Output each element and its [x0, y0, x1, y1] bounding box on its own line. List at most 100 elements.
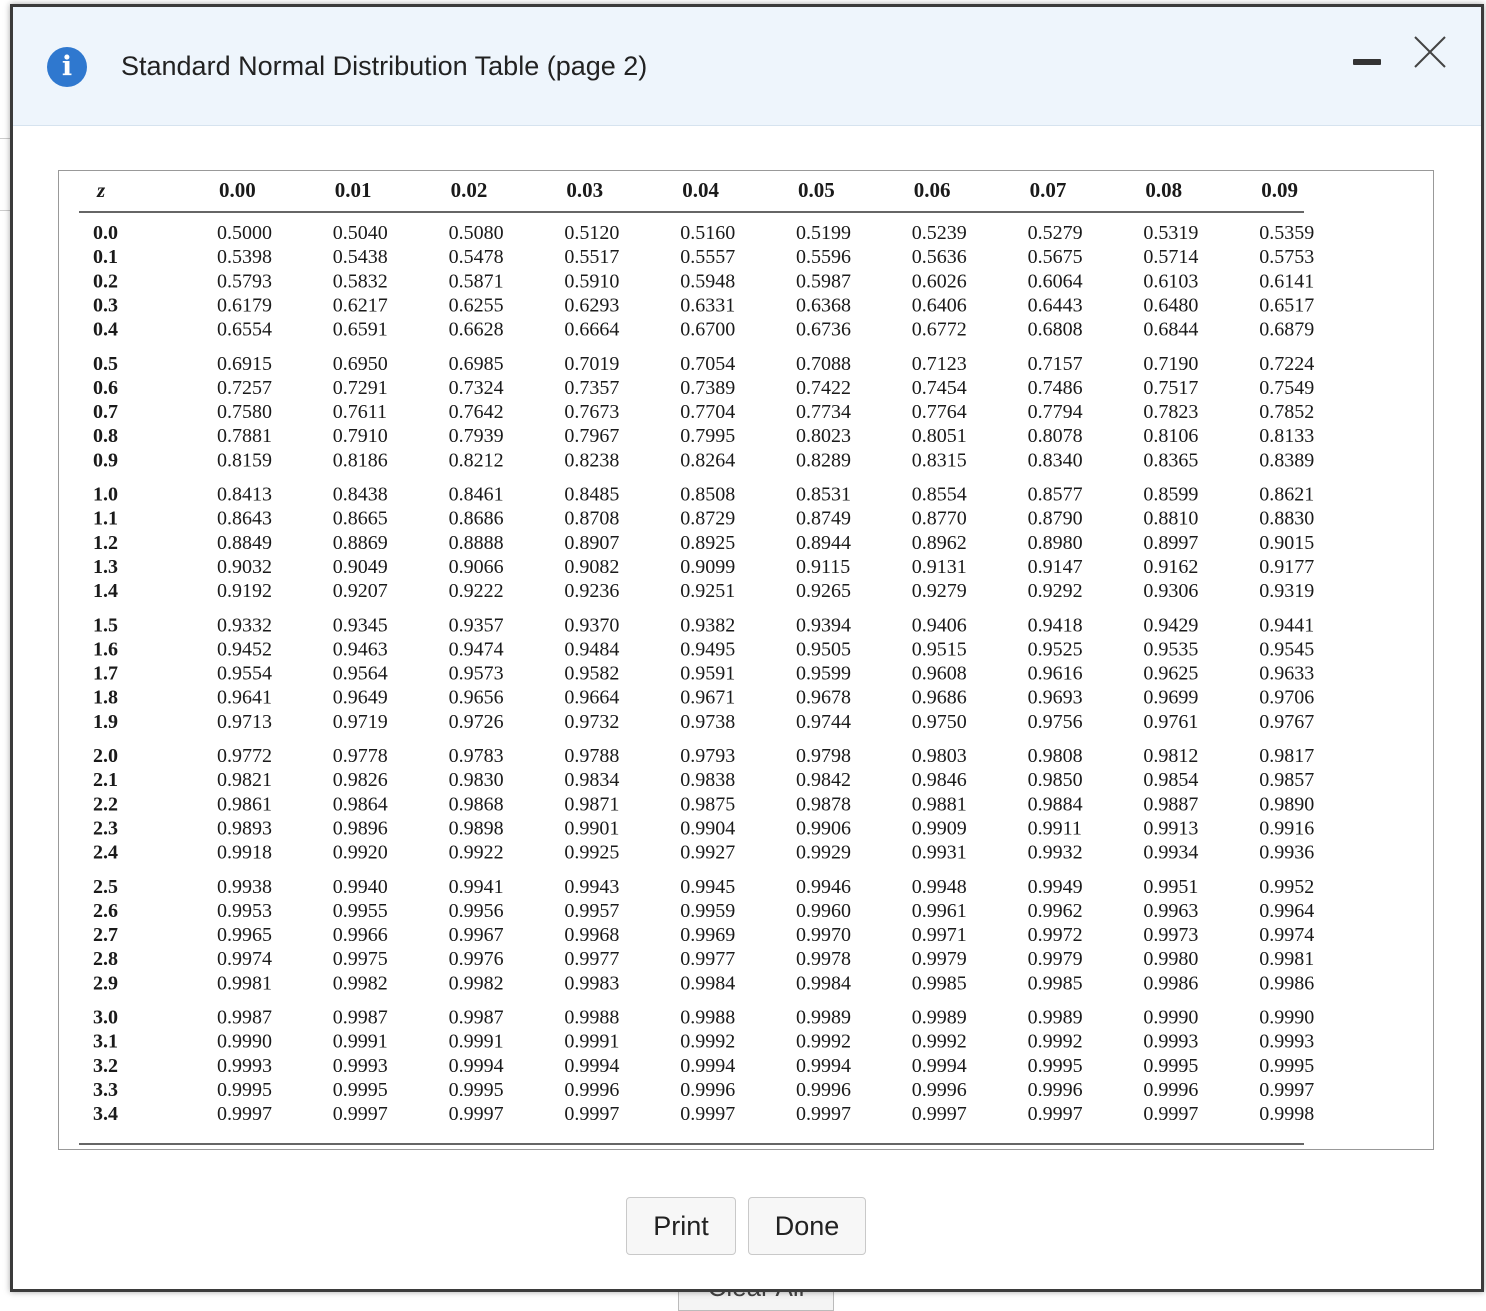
- probability-cell: 0.9978: [796, 948, 851, 970]
- probability-cell: 0.5359: [1259, 222, 1314, 244]
- probability-cell: 0.9049: [333, 556, 388, 578]
- probability-cell: 0.9893: [217, 817, 272, 839]
- probability-cell: 0.9977: [680, 948, 735, 970]
- probability-cell: 0.9934: [1143, 842, 1198, 864]
- column-header: 0.05: [798, 178, 835, 202]
- probability-cell: 0.9726: [449, 711, 504, 733]
- probability-cell: 0.9994: [564, 1055, 619, 1077]
- probability-cell: 0.7454: [912, 377, 967, 399]
- z-value: 0.4: [93, 319, 118, 341]
- probability-cell: 0.6879: [1259, 319, 1314, 341]
- probability-cell: 0.8729: [680, 508, 735, 530]
- probability-cell: 0.9834: [564, 769, 619, 791]
- probability-cell: 0.7157: [1028, 353, 1083, 375]
- probability-cell: 0.9830: [449, 769, 504, 791]
- probability-cell: 0.8665: [333, 508, 388, 530]
- probability-cell: 0.9582: [564, 663, 619, 685]
- probability-cell: 0.8461: [449, 484, 504, 506]
- probability-cell: 0.9995: [1028, 1055, 1083, 1077]
- done-button[interactable]: Done: [748, 1197, 866, 1255]
- z-value: 2.7: [93, 924, 118, 946]
- probability-cell: 0.9898: [449, 817, 504, 839]
- probability-cell: 0.9995: [217, 1079, 272, 1101]
- probability-cell: 0.9713: [217, 711, 272, 733]
- probability-cell: 0.9864: [333, 793, 388, 815]
- probability-cell: 0.9505: [796, 638, 851, 660]
- probability-cell: 0.7852: [1259, 401, 1314, 423]
- probability-cell: 0.9896: [333, 817, 388, 839]
- probability-cell: 0.9996: [564, 1079, 619, 1101]
- probability-cell: 0.9936: [1259, 842, 1314, 864]
- probability-cell: 0.9922: [449, 842, 504, 864]
- minimize-icon[interactable]: [1353, 59, 1381, 65]
- column-header: 0.04: [682, 178, 719, 202]
- probability-cell: 0.9890: [1259, 793, 1314, 815]
- probability-cell: 0.8051: [912, 425, 967, 447]
- probability-cell: 0.6293: [564, 294, 619, 316]
- z-value: 1.2: [93, 532, 118, 554]
- probability-cell: 0.9994: [680, 1055, 735, 1077]
- probability-cell: 0.6772: [912, 319, 967, 341]
- probability-cell: 0.9948: [912, 876, 967, 898]
- probability-cell: 0.9984: [796, 972, 851, 994]
- probability-cell: 0.9982: [333, 972, 388, 994]
- probability-cell: 0.9878: [796, 793, 851, 815]
- probability-cell: 0.7910: [333, 425, 388, 447]
- probability-cell: 0.9625: [1143, 663, 1198, 685]
- z-value: 0.1: [93, 246, 118, 268]
- probability-cell: 0.8508: [680, 484, 735, 506]
- z-value: 3.4: [93, 1103, 118, 1125]
- probability-cell: 0.9961: [912, 900, 967, 922]
- z-table: z 0.00 0.01 0.02 0.03 0.04 0.05 0.06 0.07 0.08 0.0…: [79, 178, 1314, 1145]
- probability-cell: 0.9945: [680, 876, 735, 898]
- probability-cell: 0.7357: [564, 377, 619, 399]
- z-value: 0.9: [93, 449, 118, 471]
- probability-cell: 0.9956: [449, 900, 504, 922]
- probability-cell: 0.7642: [449, 401, 504, 423]
- probability-cell: 0.9984: [680, 972, 735, 994]
- probability-cell: 0.9515: [912, 638, 967, 660]
- probability-cell: 0.9887: [1143, 793, 1198, 815]
- probability-cell: 0.8106: [1143, 425, 1198, 447]
- probability-cell: 0.5279: [1028, 222, 1083, 244]
- probability-cell: 0.9793: [680, 745, 735, 767]
- z-value: 3.2: [93, 1055, 118, 1077]
- probability-cell: 0.5120: [564, 222, 619, 244]
- print-button[interactable]: Print: [626, 1197, 736, 1255]
- probability-cell: 0.8708: [564, 508, 619, 530]
- probability-cell: 0.6628: [449, 319, 504, 341]
- probability-cell: 0.9756: [1028, 711, 1083, 733]
- z-value: 1.1: [93, 508, 118, 530]
- probability-cell: 0.9474: [449, 638, 504, 660]
- probability-cell: 0.9292: [1028, 580, 1083, 602]
- probability-cell: 0.8315: [912, 449, 967, 471]
- probability-cell: 0.9484: [564, 638, 619, 660]
- probability-cell: 0.9686: [912, 687, 967, 709]
- probability-cell: 0.9901: [564, 817, 619, 839]
- probability-cell: 0.9996: [1143, 1079, 1198, 1101]
- probability-cell: 0.9983: [564, 972, 619, 994]
- close-icon[interactable]: [1413, 35, 1447, 69]
- probability-cell: 0.9997: [680, 1103, 735, 1125]
- probability-cell: 0.8686: [449, 508, 504, 530]
- z-value: 0.7: [93, 401, 118, 423]
- probability-cell: 0.7257: [217, 377, 272, 399]
- probability-cell: 0.9962: [1028, 900, 1083, 922]
- column-header: 0.00: [219, 178, 256, 202]
- probability-cell: 0.6664: [564, 319, 619, 341]
- z-value: 1.7: [93, 663, 118, 685]
- probability-cell: 0.8186: [333, 449, 388, 471]
- probability-cell: 0.9265: [796, 580, 851, 602]
- probability-cell: 0.9966: [333, 924, 388, 946]
- probability-cell: 0.9406: [912, 614, 967, 636]
- z-value: 3.1: [93, 1031, 118, 1053]
- probability-cell: 0.6808: [1028, 319, 1083, 341]
- probability-cell: 0.9846: [912, 769, 967, 791]
- probability-cell: 0.9147: [1028, 556, 1083, 578]
- probability-cell: 0.9951: [1143, 876, 1198, 898]
- probability-cell: 0.9162: [1143, 556, 1198, 578]
- probability-cell: 0.9778: [333, 745, 388, 767]
- probability-cell: 0.9996: [1028, 1079, 1083, 1101]
- probability-cell: 0.7190: [1143, 353, 1198, 375]
- z-value: 2.4: [93, 842, 118, 864]
